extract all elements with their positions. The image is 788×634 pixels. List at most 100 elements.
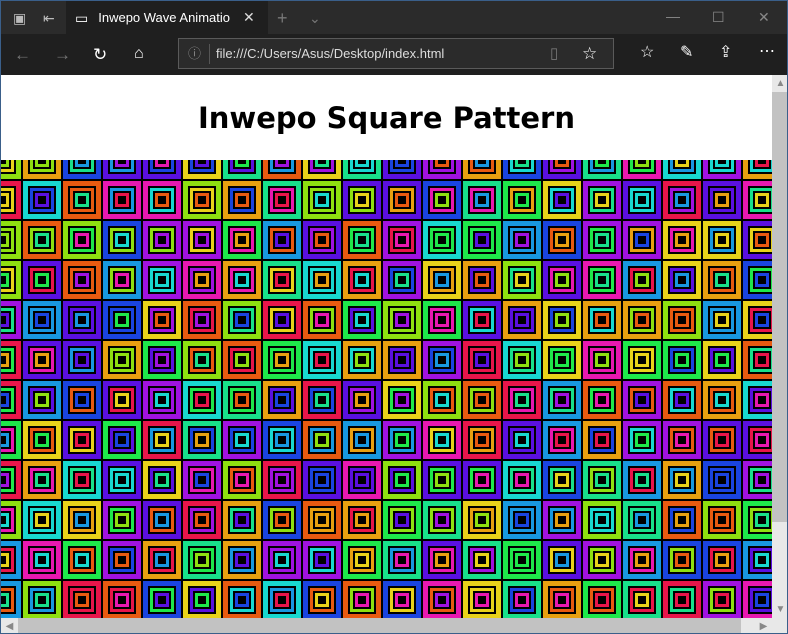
horizontal-scrollbar[interactable]: ◀ ▶	[1, 618, 772, 633]
forward-icon[interactable]: →	[54, 46, 71, 63]
favorites-icon[interactable]: ☆	[640, 45, 654, 61]
pattern-cell	[742, 580, 772, 618]
pattern-cell	[102, 180, 142, 220]
pattern-center	[198, 556, 206, 564]
pattern-center	[518, 476, 526, 484]
pattern-center	[318, 236, 326, 244]
scroll-right-icon[interactable]: ▶	[755, 618, 772, 633]
scroll-up-icon[interactable]: ▲	[772, 75, 787, 92]
pattern-cell	[302, 260, 342, 300]
pattern-center	[78, 236, 86, 244]
pattern-cell	[62, 340, 102, 380]
pattern-center	[558, 476, 566, 484]
scroll-down-icon[interactable]: ▼	[772, 601, 787, 618]
share-icon[interactable]: ⇪	[719, 45, 732, 61]
tab-actions-icon[interactable]: ▣	[13, 11, 26, 25]
vertical-scrollbar[interactable]: ▲ ▼	[772, 75, 787, 618]
pattern-center	[38, 196, 46, 204]
url-text[interactable]: file:///C:/Users/Asus/Desktop/index.html	[216, 46, 444, 61]
pattern-cell	[622, 380, 662, 420]
pattern-center	[398, 316, 406, 324]
pattern-cell	[382, 420, 422, 460]
pattern-center	[1, 476, 6, 484]
minimize-icon[interactable]: —	[666, 9, 680, 23]
pattern-cell	[302, 380, 342, 420]
active-tab[interactable]: ▭ Inwepo Wave Animatio ✕	[66, 1, 268, 34]
pattern-center	[318, 196, 326, 204]
pattern-center	[518, 316, 526, 324]
pattern-center	[638, 596, 646, 604]
pattern-center	[638, 196, 646, 204]
pattern-center	[678, 436, 686, 444]
pattern-cell	[702, 300, 742, 340]
pattern-cell	[182, 460, 222, 500]
tab-preview-chevron-icon[interactable]: ⌄	[309, 11, 321, 25]
pattern-cell	[222, 460, 262, 500]
pattern-cell	[302, 460, 342, 500]
pattern-center	[518, 436, 526, 444]
pattern-cell	[182, 340, 222, 380]
pattern-cell	[262, 260, 302, 300]
pattern-center	[758, 556, 766, 564]
pattern-cell	[22, 420, 62, 460]
favorite-star-icon[interactable]: ☆	[582, 45, 597, 62]
pattern-cell	[742, 300, 772, 340]
pattern-cell	[142, 180, 182, 220]
scroll-left-icon[interactable]: ◀	[1, 618, 18, 633]
maximize-icon[interactable]: ☐	[712, 10, 725, 24]
pattern-cell	[182, 500, 222, 540]
pattern-cell	[422, 580, 462, 618]
pattern-center	[638, 356, 646, 364]
pattern-center	[358, 556, 366, 564]
pattern-center	[398, 596, 406, 604]
pattern-center	[678, 516, 686, 524]
pattern-cell	[702, 340, 742, 380]
horizontal-scroll-thumb[interactable]	[18, 618, 741, 633]
pattern-center	[678, 316, 686, 324]
pattern-center	[558, 436, 566, 444]
info-icon[interactable]: ⓘ	[188, 47, 201, 60]
address-bar[interactable]: ⓘ file:///C:/Users/Asus/Desktop/index.ht…	[178, 38, 614, 69]
pattern-cell	[582, 340, 622, 380]
pattern-center	[478, 556, 486, 564]
pattern-center	[558, 396, 566, 404]
pattern-cell	[142, 420, 182, 460]
pattern-center	[598, 196, 606, 204]
pattern-center	[318, 556, 326, 564]
more-icon[interactable]: ⋯	[759, 44, 775, 60]
refresh-icon[interactable]: ↻	[93, 46, 107, 63]
pattern-center	[198, 596, 206, 604]
pattern-cell	[342, 420, 382, 460]
pattern-center	[318, 516, 326, 524]
vertical-scroll-thumb[interactable]	[772, 92, 787, 522]
pattern-cell	[342, 180, 382, 220]
pattern-center	[598, 316, 606, 324]
pattern-cell	[342, 580, 382, 618]
pattern-center	[38, 476, 46, 484]
home-icon[interactable]: ⌂	[134, 46, 144, 62]
pattern-center	[718, 316, 726, 324]
pattern-center	[478, 276, 486, 284]
pattern-center	[198, 516, 206, 524]
pattern-center	[278, 276, 286, 284]
reading-view-icon[interactable]: ▯	[550, 46, 558, 61]
pattern-center	[198, 276, 206, 284]
pattern-center	[1, 316, 6, 324]
close-window-icon[interactable]: ✕	[758, 10, 770, 24]
pattern-cell	[222, 300, 262, 340]
set-aside-tabs-icon[interactable]: ⇤	[43, 11, 55, 25]
pattern-center	[198, 436, 206, 444]
pattern-cell	[502, 180, 542, 220]
pattern-center	[158, 196, 166, 204]
pattern-cell	[702, 500, 742, 540]
pattern-cell	[1, 260, 22, 300]
close-tab-icon[interactable]: ✕	[243, 10, 255, 24]
pattern-cell	[1, 540, 22, 580]
pattern-center	[158, 596, 166, 604]
new-tab-icon[interactable]: +	[277, 9, 288, 27]
pattern-cell	[302, 500, 342, 540]
pattern-center	[518, 196, 526, 204]
notes-pen-icon[interactable]: ✎	[680, 45, 693, 61]
pattern-center	[118, 556, 126, 564]
back-icon[interactable]: ←	[14, 46, 31, 63]
